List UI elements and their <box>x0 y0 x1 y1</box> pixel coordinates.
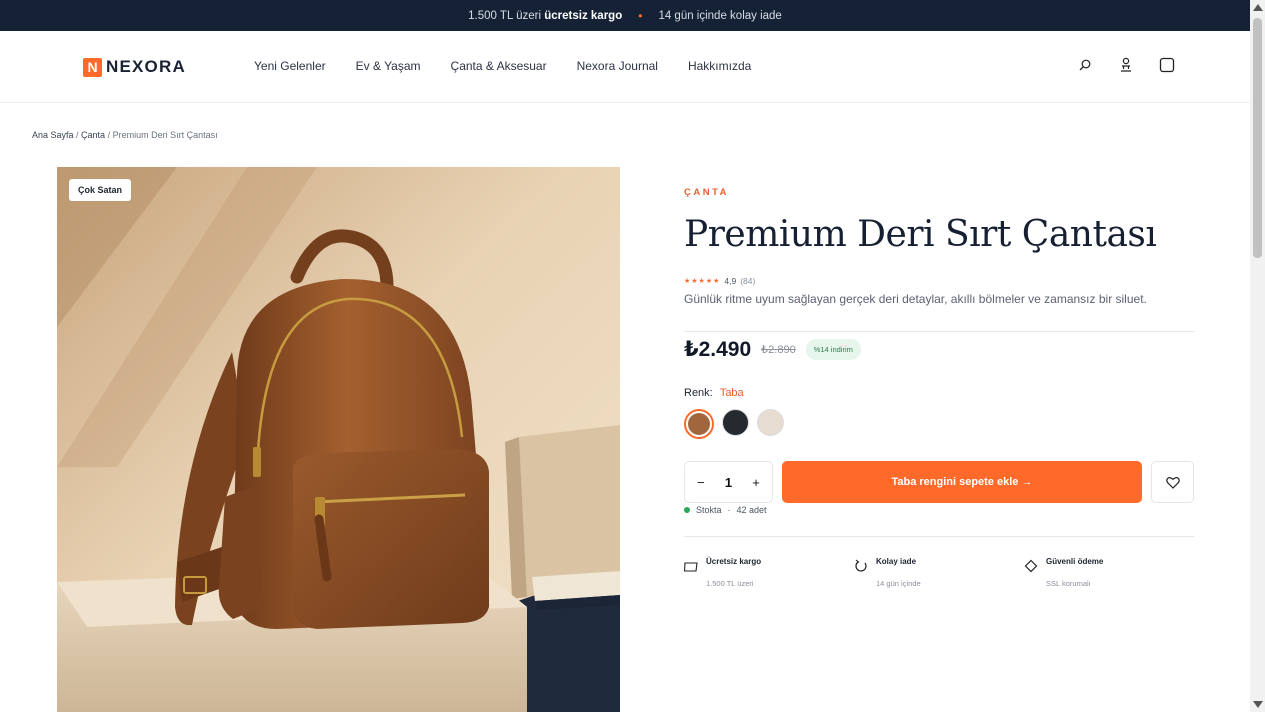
stock-count: 42 adet <box>736 505 767 515</box>
heart-icon <box>1165 476 1180 489</box>
divider <box>684 331 1194 332</box>
user-icon[interactable] <box>1118 57 1134 73</box>
color-selector-label: Renk: Taba <box>684 387 1194 399</box>
logo[interactable]: N NEXORA <box>83 57 186 77</box>
return-icon <box>855 559 867 572</box>
feature-subtitle: 1.500 TL üzeri <box>706 579 754 588</box>
current-price: ₺2.490 <box>684 338 752 361</box>
breadcrumb: Ana Sayfa / Çanta / Premium Deri Sırt Ça… <box>32 130 218 140</box>
swatch-siyah[interactable] <box>722 409 749 436</box>
review-count: (84) <box>740 276 756 286</box>
product-title: Premium Deri Sırt Çantası <box>684 214 1157 255</box>
feature-shipping: Ücretsiz kargo 1.500 TL üzeri <box>684 557 854 588</box>
quantity-increase-button[interactable]: + <box>752 475 760 490</box>
old-price: ₺2.890 <box>761 344 796 356</box>
breadcrumb-separator: / <box>105 130 113 140</box>
shipping-icon <box>684 562 698 572</box>
scroll-up-arrow-icon[interactable] <box>1253 4 1263 11</box>
announcement-returns: 14 gün içinde kolay iade <box>658 9 782 22</box>
search-icon[interactable] <box>1077 57 1093 73</box>
swatch-bej[interactable] <box>757 409 784 436</box>
nav-item-nexora-journal[interactable]: Nexora Journal <box>577 59 658 73</box>
breadcrumb-separator: / <box>73 130 82 140</box>
feature-returns: Kolay iade 14 gün içinde <box>854 557 1024 588</box>
announcement-bar: 1.500 TL üzeri ücretsiz kargo • 14 gün i… <box>0 0 1250 31</box>
selected-color: Taba <box>719 387 744 399</box>
secure-payment-icon <box>1024 559 1038 573</box>
purchase-row: − 1 + Taba rengini sepete ekle → <box>684 461 1194 503</box>
announcement-shipping-bold: ücretsiz kargo <box>544 9 623 22</box>
page-scrollbar[interactable] <box>1250 0 1265 712</box>
feature-secure-payment: Güvenli ödeme SSL korumalı <box>1024 557 1194 588</box>
wishlist-button[interactable] <box>1151 461 1194 503</box>
breadcrumb-current: Premium Deri Sırt Çantası <box>112 130 218 140</box>
stock-status-text: Stokta <box>696 505 722 515</box>
features-list: Ücretsiz kargo 1.500 TL üzeri Kolay iade… <box>684 557 1194 588</box>
nav-item-canta-aksesuar[interactable]: Çanta & Aksesuar <box>451 59 547 73</box>
stock-status: Stokta · 42 adet <box>684 505 1194 515</box>
product-description: Günlük ritme uyum sağlayan gerçek deri d… <box>684 292 1147 306</box>
breadcrumb-home[interactable]: Ana Sayfa <box>32 130 74 140</box>
in-stock-indicator <box>684 507 690 513</box>
scrollbar-thumb[interactable] <box>1253 18 1262 258</box>
feature-title: Kolay iade <box>876 557 917 566</box>
bestseller-badge: Çok Satan <box>69 179 132 201</box>
divider <box>684 536 1194 537</box>
stock-separator: · <box>727 505 731 515</box>
rating-stars: ★★★★★ <box>684 278 721 285</box>
breadcrumb-category[interactable]: Çanta <box>81 130 105 140</box>
nav-item-hakkimizda[interactable]: Hakkımızda <box>688 59 751 73</box>
nav-item-ev-yasam[interactable]: Ev & Yaşam <box>356 59 421 73</box>
scroll-down-arrow-icon[interactable] <box>1253 701 1263 708</box>
discount-badge: %14 indirim <box>805 339 861 360</box>
swatch-taba[interactable] <box>684 409 714 439</box>
quantity-stepper: − 1 + <box>684 461 773 503</box>
announcement-separator: • <box>638 8 643 23</box>
header-actions <box>1077 57 1175 73</box>
feature-subtitle: SSL korumalı <box>1046 579 1091 588</box>
logo-text: NEXORA <box>106 57 186 76</box>
backpack-photo <box>57 167 620 712</box>
feature-title: Güvenli ödeme <box>1046 557 1104 566</box>
feature-subtitle: 14 gün içinde <box>876 579 921 588</box>
feature-title: Ücretsiz kargo <box>706 557 762 566</box>
site-header: N NEXORA Yeni Gelenler Ev & Yaşam Çanta … <box>0 31 1250 103</box>
product-info: ÇANTA Premium Deri Sırt Çantası ★★★★★ 4,… <box>684 187 1194 588</box>
color-swatches <box>684 409 1194 439</box>
quantity-value[interactable]: 1 <box>725 475 732 490</box>
product-image[interactable]: Çok Satan <box>57 167 620 712</box>
logo-mark: N <box>83 57 102 77</box>
cart-icon[interactable] <box>1159 57 1175 73</box>
add-to-cart-button[interactable]: Taba rengini sepete ekle → <box>781 461 1143 503</box>
product-rating[interactable]: ★★★★★ 4,9 (84) <box>684 276 1194 286</box>
product-page: 1.500 TL üzeri ücretsiz kargo • 14 gün i… <box>0 0 1250 712</box>
rating-value: 4,9 <box>724 276 737 286</box>
price-row: ₺2.490 ₺2.890 %14 indirim <box>684 337 1194 362</box>
announcement-shipping: 1.500 TL üzeri ücretsiz kargo <box>468 10 622 22</box>
main-nav: Yeni Gelenler Ev & Yaşam Çanta & Aksesua… <box>254 59 781 73</box>
announcement-shipping-prefix: 1.500 TL üzeri <box>468 9 542 22</box>
product-category: ÇANTA <box>684 187 730 198</box>
quantity-decrease-button[interactable]: − <box>697 475 705 490</box>
color-label: Renk: <box>684 387 713 399</box>
nav-item-yeni-gelenler[interactable]: Yeni Gelenler <box>254 59 326 73</box>
